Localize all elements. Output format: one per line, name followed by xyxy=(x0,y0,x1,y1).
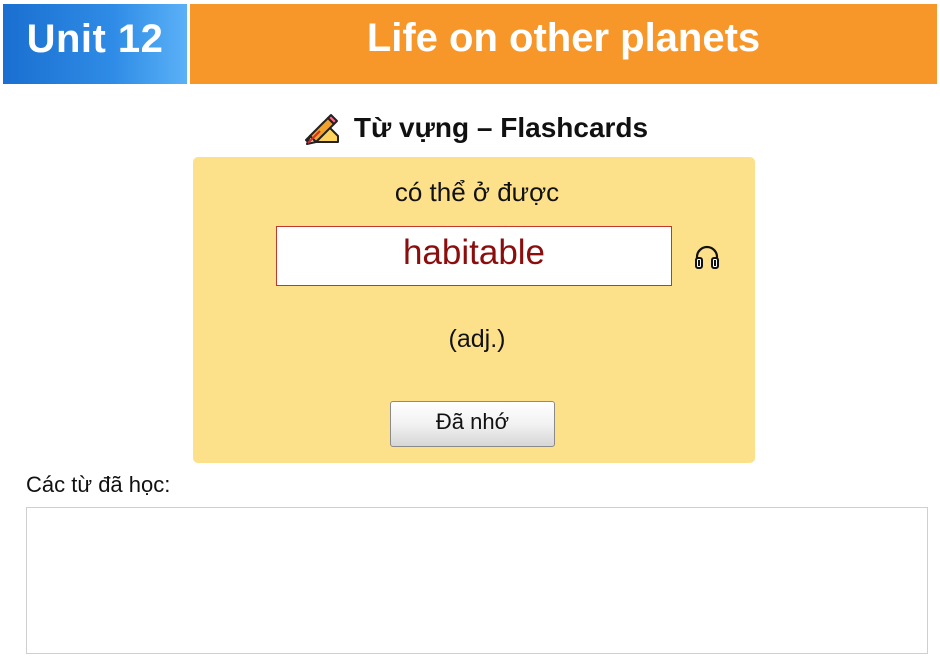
learned-words-list xyxy=(26,507,928,654)
unit-badge: Unit 12 xyxy=(3,4,187,84)
card-meaning: có thể ở được xyxy=(394,177,560,207)
learned-words-label: Các từ đã học: xyxy=(26,472,171,497)
part-of-speech: (adj.) xyxy=(448,325,506,353)
remembered-button[interactable]: Đã nhớ xyxy=(390,401,555,447)
unit-title: Life on other planets xyxy=(190,4,937,84)
flashcard: có thể ở được habitable (adj.) Đã nhớ xyxy=(193,157,755,463)
section-heading: Từ vựng – Flashcards xyxy=(0,110,940,146)
headphones-icon[interactable] xyxy=(693,243,721,271)
page-header: Unit 12 Life on other planets xyxy=(0,4,940,84)
card-word: habitable xyxy=(276,226,672,286)
pencil-writing-icon xyxy=(302,110,342,146)
section-title: Từ vựng – Flashcards xyxy=(353,112,649,143)
